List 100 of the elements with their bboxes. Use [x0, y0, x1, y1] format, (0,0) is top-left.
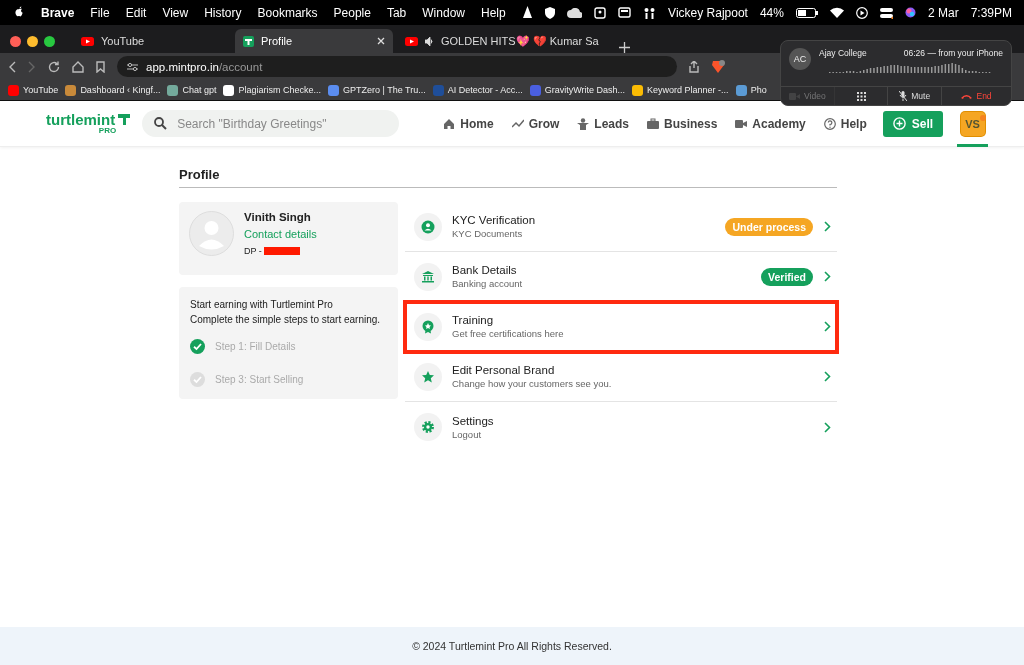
- menu-item[interactable]: Help: [481, 5, 506, 20]
- settings-row[interactable]: Edit Personal Brand Change how your customers see you.: [405, 352, 837, 402]
- window-control[interactable]: [27, 35, 38, 47]
- trend-icon: [511, 117, 524, 130]
- row-subtitle: Banking account: [452, 278, 524, 289]
- battery-icon[interactable]: [795, 7, 818, 18]
- notification-dot: [980, 114, 986, 121]
- menu-item[interactable]: Tab: [386, 5, 407, 20]
- settings-row[interactable]: Settings Logout: [405, 402, 837, 452]
- chevron-right-icon[interactable]: [823, 371, 831, 382]
- cloud-icon[interactable]: [567, 7, 583, 18]
- avatar-icon: [189, 211, 234, 256]
- user-name: Vinith Singh: [244, 211, 312, 223]
- people-icon[interactable]: [643, 6, 657, 19]
- chevron-right-icon[interactable]: [823, 221, 831, 232]
- settings-row[interactable]: Training Get free certifications here: [405, 302, 837, 352]
- cone-icon[interactable]: [522, 6, 534, 19]
- back-icon[interactable]: [8, 60, 16, 73]
- status-badge: Verified: [761, 267, 813, 286]
- video-camera-icon: [735, 117, 748, 130]
- bank-icon: [414, 262, 442, 291]
- chevron-right-icon[interactable]: [823, 321, 831, 332]
- person-icon: [414, 212, 442, 241]
- new-tab-icon[interactable]: [618, 42, 630, 53]
- search-field[interactable]: Search "Birthday Greetings": [142, 110, 400, 137]
- browser-tab[interactable]: YouTube: [73, 29, 231, 53]
- bookmark-item[interactable]: GPTZero | The Tru...: [328, 84, 426, 96]
- close-icon[interactable]: [377, 37, 385, 45]
- window-icon[interactable]: [618, 7, 632, 18]
- menu-item[interactable]: Edit: [125, 5, 147, 20]
- video-icon: [405, 36, 418, 46]
- date[interactable]: 2 Mar: [927, 5, 959, 20]
- app-menu[interactable]: Brave: [41, 5, 75, 20]
- lion-shield-icon[interactable]: [711, 59, 725, 74]
- apple-icon[interactable]: [14, 6, 25, 19]
- logo-tagline: PRO: [98, 127, 117, 135]
- video-icon: [81, 36, 94, 46]
- shield-icon[interactable]: [545, 6, 556, 19]
- menu-item[interactable]: File: [90, 5, 110, 20]
- bookmark-item[interactable]: Plagiarism Checke...: [223, 84, 321, 96]
- browser-tab[interactable]: GOLDEN HITS💖 💔 Kumar Sa: [397, 29, 607, 53]
- siri-icon[interactable]: [904, 7, 916, 18]
- wifi-icon[interactable]: [829, 7, 844, 18]
- profile-avatar[interactable]: VS: [960, 111, 985, 136]
- window-control[interactable]: [10, 35, 21, 47]
- site-settings-icon[interactable]: [127, 61, 138, 72]
- settings-row[interactable]: KYC Verification KYC Documents Under process: [405, 202, 837, 252]
- redaction-mark: [263, 247, 300, 255]
- reload-icon[interactable]: [48, 60, 60, 73]
- person-icon: [577, 117, 590, 130]
- address-bar[interactable]: app.mintpro.in/account: [117, 56, 677, 77]
- bookmark-item[interactable]: Pho: [735, 84, 767, 96]
- nav-link[interactable]: Home: [443, 116, 494, 131]
- nav-link[interactable]: Help: [823, 116, 867, 131]
- bookmark-item[interactable]: GravityWrite Dash...: [529, 84, 626, 96]
- bookmark-item[interactable]: Chat gpt: [167, 84, 217, 96]
- menu-item[interactable]: People: [333, 5, 371, 20]
- row-title: Settings: [452, 414, 495, 427]
- menu-item[interactable]: View: [162, 5, 189, 20]
- window-control[interactable]: [44, 35, 55, 47]
- bookmark-item[interactable]: Dashboard ‹ Kingf...: [65, 84, 161, 96]
- chevron-right-icon[interactable]: [823, 421, 831, 433]
- nav-link[interactable]: Academy: [735, 116, 806, 131]
- step-label: Step 3: Start Selling: [215, 374, 304, 385]
- bookmark-item[interactable]: YouTube: [8, 84, 59, 96]
- step-label: Step 1: Fill Details: [215, 341, 296, 352]
- nav-link[interactable]: Business: [647, 116, 718, 131]
- row-subtitle: KYC Documents: [452, 228, 524, 239]
- bookmark-item[interactable]: Keyword Planner -...: [632, 84, 729, 96]
- row-subtitle: Logout: [452, 428, 483, 440]
- browser-tab[interactable]: Profile: [235, 29, 393, 53]
- bookmark-icon[interactable]: [96, 60, 105, 73]
- turtle-t-icon: [118, 114, 131, 125]
- time[interactable]: 7:39PM: [970, 5, 1012, 20]
- call-mute-button[interactable]: Mute: [888, 87, 943, 105]
- nav-link[interactable]: Grow: [511, 116, 560, 131]
- footer-text: © 2024 Turtlemint Pro All Rights Reserved.: [0, 627, 1024, 665]
- chevron-right-icon[interactable]: [823, 271, 831, 282]
- square-icon[interactable]: [594, 6, 607, 19]
- control-center-icon[interactable]: [879, 6, 893, 19]
- gear-icon: [414, 413, 442, 441]
- settings-row[interactable]: Bank Details Banking account Verified: [405, 252, 837, 302]
- battery-percent: 44%: [759, 5, 784, 20]
- home-icon[interactable]: [72, 60, 84, 73]
- menu-item[interactable]: History: [204, 5, 242, 20]
- caller-avatar: AC: [789, 48, 811, 70]
- user-name[interactable]: Vickey Rajpoot: [668, 5, 748, 20]
- nav-link[interactable]: Leads: [577, 116, 629, 131]
- menu-item[interactable]: Bookmarks: [257, 5, 318, 20]
- info-text: Complete the simple steps to start earning.: [190, 314, 382, 325]
- bookmark-item[interactable]: AI Detector - Acc...: [432, 84, 523, 96]
- home-icon: [443, 117, 456, 130]
- row-title: KYC Verification: [452, 214, 537, 226]
- call-end-button[interactable]: End: [942, 87, 1011, 105]
- status-badge: Under process: [725, 217, 813, 236]
- badge-icon: [414, 312, 442, 341]
- speaker-icon: [425, 36, 434, 46]
- menu-item[interactable]: Window: [422, 5, 465, 20]
- share-icon[interactable]: [689, 60, 699, 73]
- play-icon[interactable]: [855, 6, 868, 19]
